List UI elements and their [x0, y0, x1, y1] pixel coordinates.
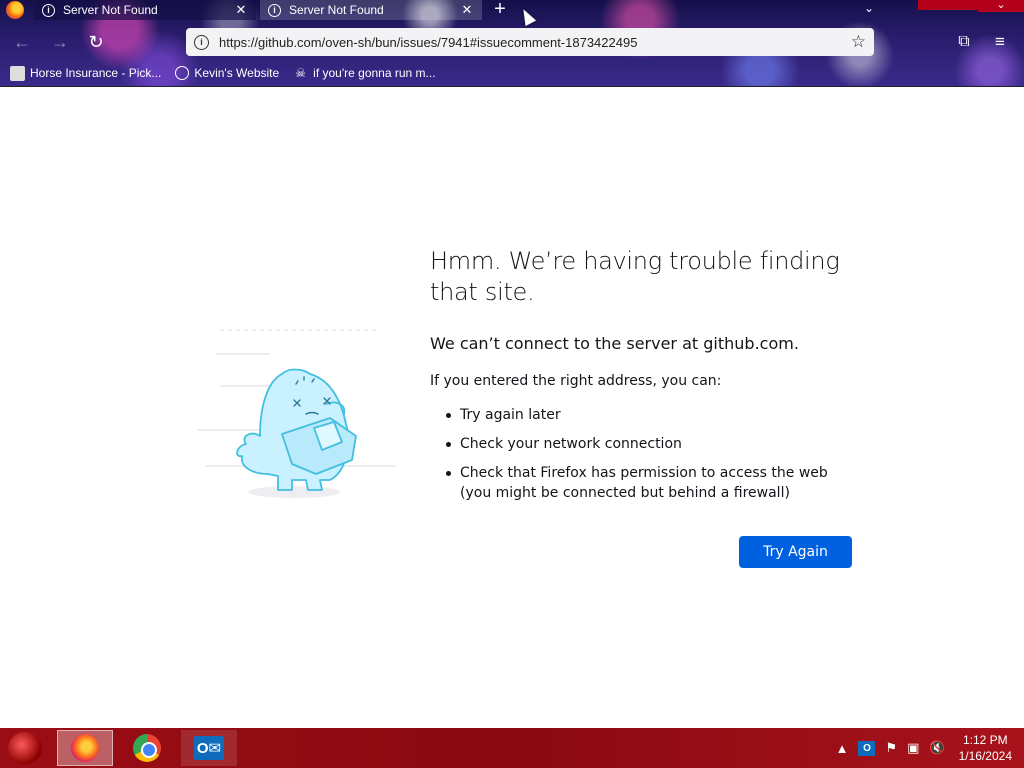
- error-message-block: Hmm. We’re having trouble finding that s…: [430, 246, 860, 512]
- bookmarks-toolbar: Horse Insurance - Pick... Kevin's Websit…: [0, 61, 1024, 85]
- outlook-icon: O✉: [194, 736, 224, 760]
- error-hint: If you entered the right address, you ca…: [430, 373, 722, 389]
- taskbar-chrome[interactable]: [119, 730, 175, 766]
- window-minimize-button[interactable]: [918, 0, 978, 10]
- dino-illustration-icon: [198, 329, 396, 498]
- clock-date: 1/16/2024: [958, 749, 1012, 763]
- nav-bar: ← → ↻ i https://github.com/oven-sh/bun/i…: [0, 26, 1024, 58]
- info-icon: i: [268, 3, 281, 17]
- flag-icon[interactable]: ⚑: [885, 740, 897, 756]
- outlook-tray-icon[interactable]: O: [858, 740, 876, 756]
- forward-arrow-icon[interactable]: →: [48, 30, 72, 54]
- system-tray: ▲ O ⚑ ▣ 🔇 1:12 PM 1/16/2024: [831, 728, 1024, 768]
- network-icon[interactable]: ▣: [907, 740, 919, 756]
- tab-title: Server Not Found: [63, 3, 158, 17]
- bookmark-horse-insurance[interactable]: Horse Insurance - Pick...: [10, 65, 162, 81]
- url-text[interactable]: https://github.com/oven-sh/bun/issues/79…: [219, 35, 851, 50]
- list-all-tabs-icon[interactable]: ⌄: [864, 1, 874, 15]
- clock[interactable]: 1:12 PM 1/16/2024: [959, 732, 1012, 764]
- error-page: Hmm. We’re having trouble finding that s…: [0, 88, 1024, 728]
- error-description: We can’t connect to the server at github…: [430, 334, 799, 353]
- taskbar-outlook[interactable]: O✉: [181, 730, 237, 766]
- skull-favicon-icon: ☠: [295, 66, 307, 80]
- volume-muted-icon[interactable]: 🔇: [929, 740, 945, 756]
- tab-title: Server Not Found: [289, 3, 384, 17]
- chrome-icon: [133, 734, 161, 762]
- list-item: Check that Firefox has permission to acc…: [444, 463, 844, 503]
- hamburger-menu-icon[interactable]: ≡: [988, 30, 1012, 54]
- tab-server-not-found-1[interactable]: i Server Not Found ✕: [34, 0, 256, 20]
- window-close-button[interactable]: ⌄: [978, 0, 1024, 12]
- tab-bar: i Server Not Found ✕ i Server Not Found …: [0, 0, 1024, 22]
- extensions-icon[interactable]: ⧉: [952, 30, 976, 54]
- error-title: Hmm. We’re having trouble finding that s…: [430, 247, 840, 306]
- firefox-menu-icon[interactable]: [6, 1, 24, 19]
- tab-server-not-found-2[interactable]: i Server Not Found ✕: [260, 0, 482, 20]
- suggestion-list: Try again later Check your network conne…: [444, 405, 860, 503]
- list-item: Check your network connection: [444, 434, 844, 454]
- firefox-icon: [71, 734, 99, 762]
- taskbar: O✉ ▲ O ⚑ ▣ 🔇 1:12 PM 1/16/2024: [0, 728, 1024, 768]
- bookmark-label: Kevin's Website: [194, 66, 280, 80]
- close-tab-icon[interactable]: ✕: [460, 2, 474, 18]
- back-arrow-icon[interactable]: ←: [10, 30, 34, 54]
- globe-icon: [175, 66, 190, 80]
- site-info-icon[interactable]: i: [194, 34, 209, 50]
- new-tab-button[interactable]: +: [490, 0, 510, 19]
- bookmark-star-icon[interactable]: ☆: [851, 32, 866, 52]
- horse-favicon-icon: [10, 65, 25, 81]
- bookmark-if-youre-gonna[interactable]: ☠ if you're gonna run m...: [293, 66, 435, 81]
- taskbar-firefox[interactable]: [57, 730, 113, 766]
- bookmark-label: Horse Insurance - Pick...: [30, 66, 162, 80]
- info-icon: i: [42, 3, 55, 17]
- bookmark-label: if you're gonna run m...: [313, 66, 436, 80]
- address-bar[interactable]: i https://github.com/oven-sh/bun/issues/…: [186, 28, 874, 56]
- start-button[interactable]: [8, 732, 42, 764]
- browser-chrome: i Server Not Found ✕ i Server Not Found …: [0, 0, 1024, 87]
- show-hidden-icons-icon[interactable]: ▲: [836, 741, 849, 756]
- clock-time: 1:12 PM: [962, 733, 1008, 747]
- bookmark-kevins-website[interactable]: Kevin's Website: [175, 66, 279, 80]
- try-again-button[interactable]: Try Again: [739, 536, 852, 568]
- close-tab-icon[interactable]: ✕: [234, 2, 248, 18]
- reload-icon[interactable]: ↻: [84, 30, 108, 54]
- list-item: Try again later: [444, 405, 844, 425]
